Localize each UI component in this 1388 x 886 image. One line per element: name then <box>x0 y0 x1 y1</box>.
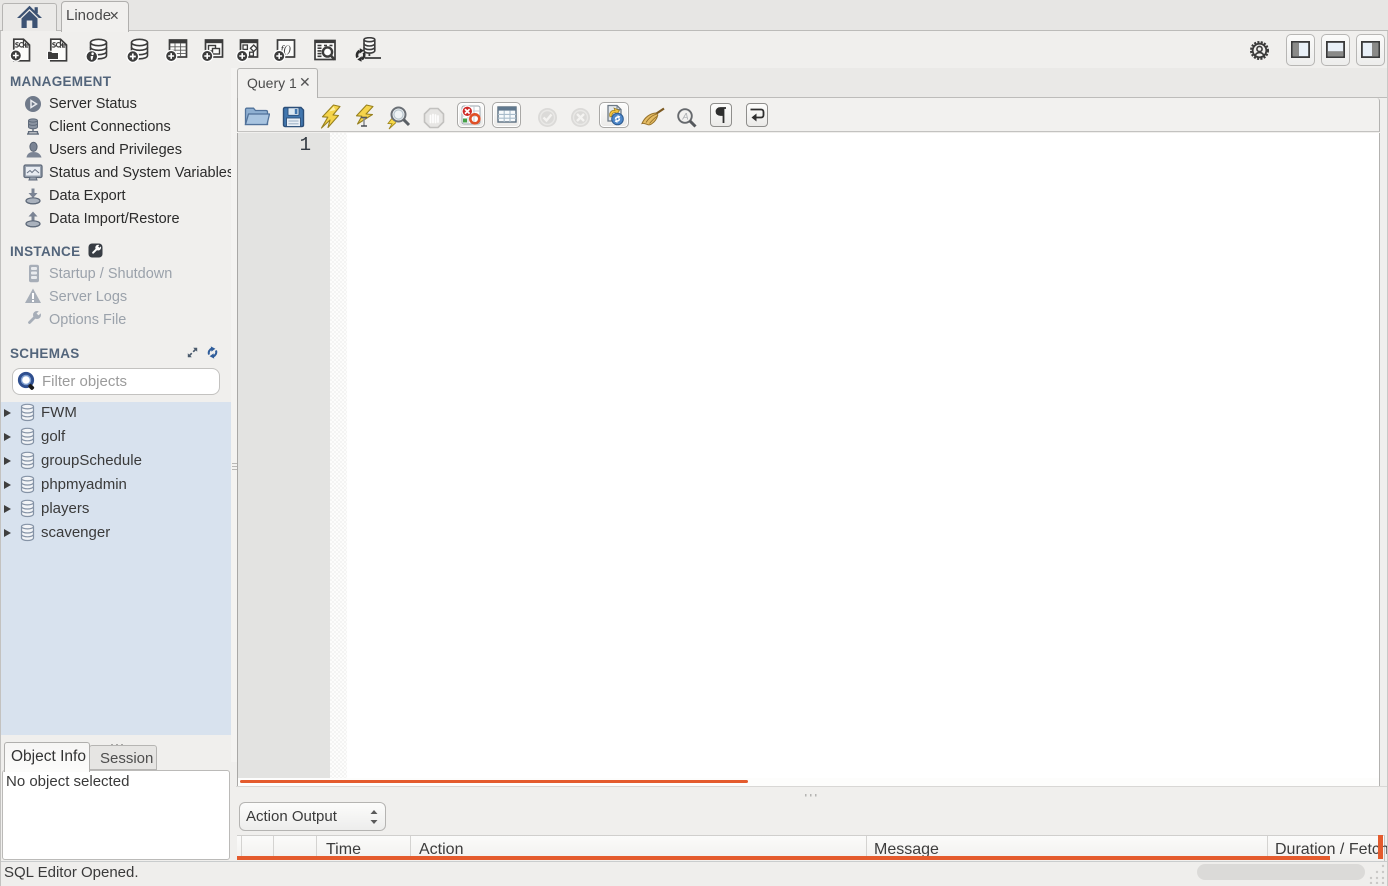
svg-text:A: A <box>682 112 689 122</box>
